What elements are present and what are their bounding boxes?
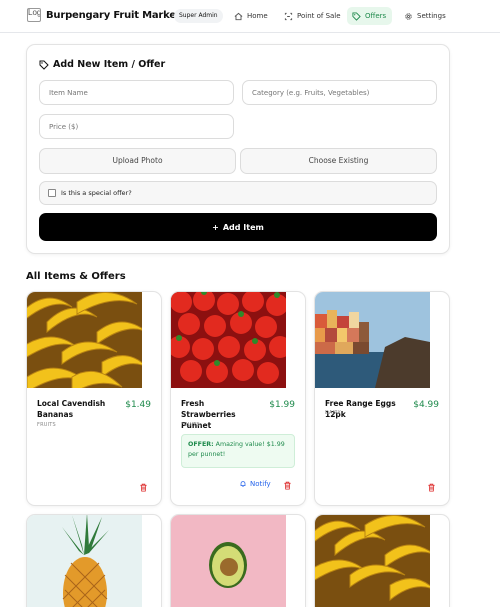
- nav-offers-label: Offers: [365, 12, 387, 20]
- category-input[interactable]: [242, 80, 437, 105]
- item-image-avocado: [171, 515, 286, 607]
- logo[interactable]: Logo: [27, 8, 41, 22]
- nav-home-label: Home: [247, 12, 268, 20]
- add-item-button[interactable]: + Add Item: [39, 213, 437, 241]
- trash-icon[interactable]: [427, 483, 436, 492]
- item-name-input[interactable]: [39, 80, 234, 105]
- item-name: Local Cavendish Bananas: [37, 399, 106, 419]
- item-price: $1.49: [125, 400, 151, 410]
- nav-point-of-sale[interactable]: Point of Sale: [279, 7, 347, 25]
- offer-label: OFFER:: [188, 441, 214, 448]
- nav-offers[interactable]: Offers: [347, 7, 393, 25]
- special-offer-checkbox[interactable]: [48, 189, 56, 197]
- price-input[interactable]: [39, 114, 234, 139]
- form-title-text: Add New Item / Offer: [53, 59, 166, 70]
- notify-button[interactable]: Notify: [239, 480, 271, 488]
- nav-home[interactable]: Home: [229, 7, 274, 25]
- form-title: Add New Item / Offer: [39, 59, 165, 70]
- role-badge: Super Admin: [174, 9, 223, 23]
- item-name: Free Range Eggs 12pk: [325, 399, 396, 419]
- tag-icon: [352, 11, 361, 21]
- item-card: Free Range Eggs 12pk DAIRY $4.99: [314, 291, 450, 506]
- item-image-bananas: [27, 292, 142, 388]
- choose-existing-button[interactable]: Choose Existing: [240, 148, 437, 174]
- item-category: FRUITS: [181, 422, 200, 428]
- nav-pos-label: Point of Sale: [297, 12, 341, 20]
- special-offer-row[interactable]: Is this a special offer?: [39, 181, 437, 205]
- items-section-title: All Items & Offers: [26, 271, 126, 282]
- item-card: Local Cavendish Bananas FRUITS $1.49: [26, 291, 162, 506]
- bell-icon: [240, 481, 246, 487]
- add-item-form: Add New Item / Offer Upload Photo Choose…: [26, 44, 450, 254]
- item-category: FRUITS: [37, 422, 56, 428]
- top-nav-bar: Logo Burpengary Fruit Market Super Admin…: [0, 0, 500, 33]
- special-offer-label: Is this a special offer?: [61, 189, 132, 197]
- upload-photo-button[interactable]: Upload Photo: [39, 148, 236, 174]
- notify-label: Notify: [250, 480, 271, 488]
- item-card: [314, 514, 450, 607]
- item-card: [170, 514, 306, 607]
- item-price: $1.99: [269, 400, 295, 410]
- pos-icon: [284, 12, 293, 20]
- item-price: $4.99: [413, 400, 439, 410]
- add-item-label: Add Item: [222, 222, 264, 232]
- home-icon: [234, 12, 243, 20]
- offer-box: OFFER: Amazing value! $1.99 per punnet!: [181, 434, 295, 468]
- nav-settings-label: Settings: [417, 12, 446, 20]
- item-image-pineapple: [27, 515, 142, 607]
- item-category: DAIRY: [325, 410, 341, 416]
- item-card: Fresh Strawberries Punnet FRUITS $1.99 O…: [170, 291, 306, 506]
- plus-icon: +: [212, 222, 219, 232]
- tag-icon: [39, 60, 49, 70]
- app-title: Burpengary Fruit Market: [46, 10, 181, 21]
- gear-icon: [405, 12, 412, 20]
- trash-icon[interactable]: [139, 483, 148, 492]
- nav-settings[interactable]: Settings: [399, 7, 452, 25]
- item-image-strawberries: [171, 292, 286, 388]
- item-image-coastal-town: [315, 292, 430, 388]
- trash-icon[interactable]: [283, 481, 292, 490]
- item-image-bananas: [315, 515, 430, 607]
- item-card: [26, 514, 162, 607]
